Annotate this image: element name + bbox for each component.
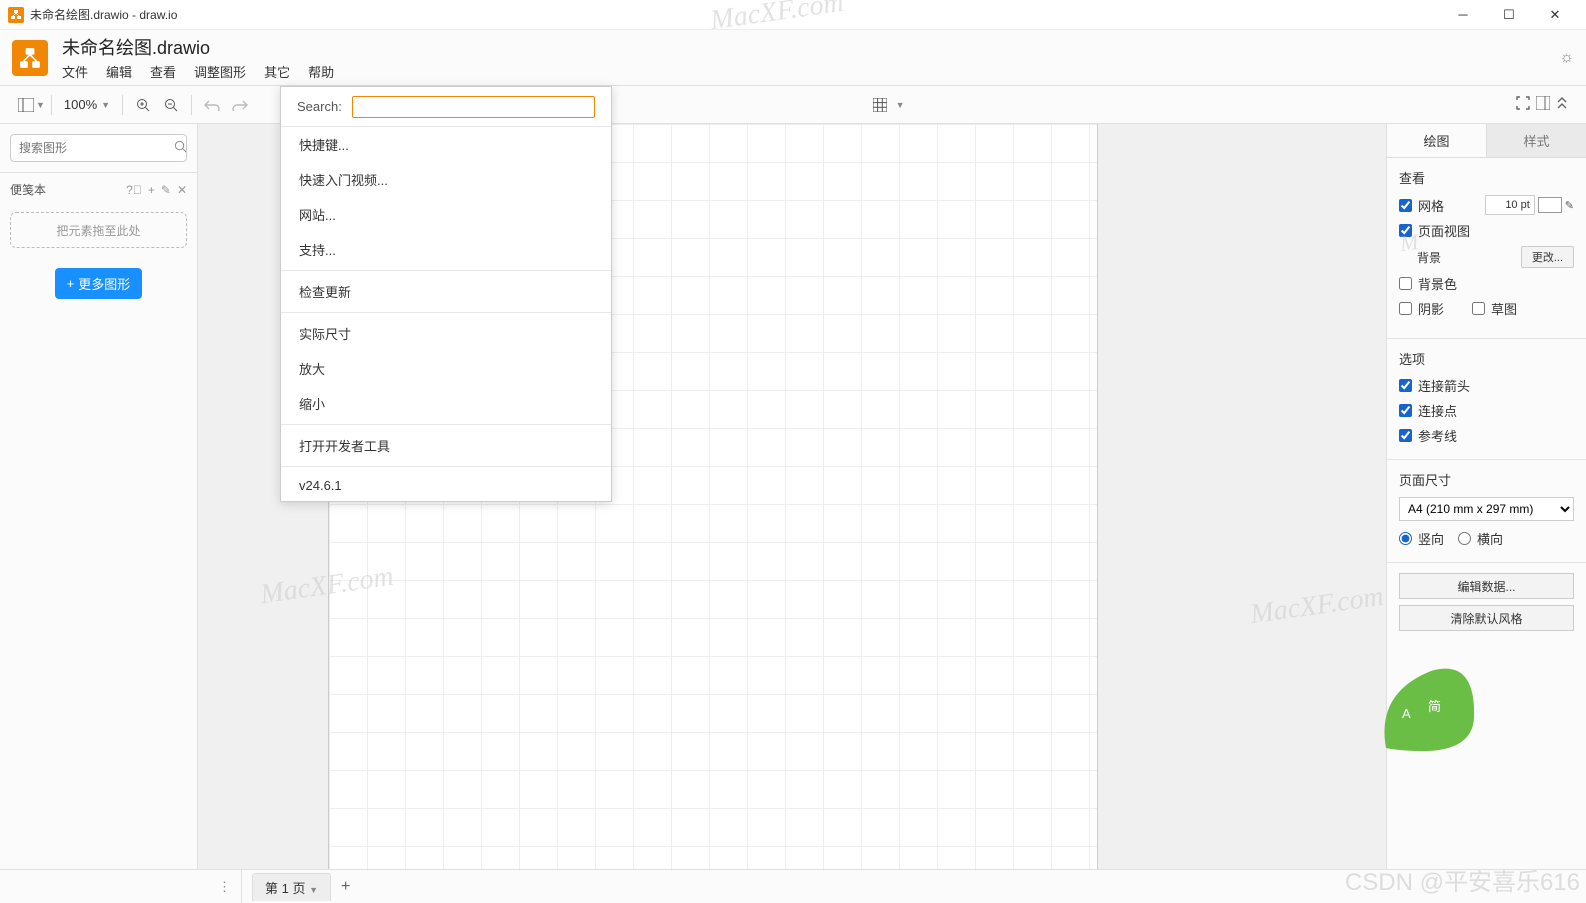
help-item-support[interactable]: 支持...: [281, 232, 611, 267]
help-search-label: Search:: [297, 99, 342, 114]
document-title[interactable]: 未命名绘图.drawio: [62, 34, 334, 60]
more-shapes-button[interactable]: +更多图形: [55, 268, 143, 299]
grid-icon[interactable]: [866, 91, 894, 119]
menu-arrange[interactable]: 调整图形: [194, 62, 246, 81]
help-item-shortcuts[interactable]: 快捷键...: [281, 127, 611, 162]
zoom-value: 100%: [64, 97, 97, 112]
sketch-checkbox[interactable]: [1472, 302, 1485, 315]
toolbar: ▼ 100%▼ ▼: [0, 86, 1586, 124]
landscape-radio[interactable]: [1458, 532, 1471, 545]
landscape-label: 横向: [1477, 529, 1503, 548]
undo-icon[interactable]: [198, 91, 226, 119]
zoom-dropdown[interactable]: 100%▼: [58, 97, 116, 112]
sketch-label: 草图: [1491, 299, 1517, 318]
fullscreen-icon[interactable]: [1516, 96, 1530, 113]
grid-checkbox[interactable]: [1399, 199, 1412, 212]
search-shapes[interactable]: [10, 134, 187, 162]
conn-points-checkbox[interactable]: [1399, 404, 1412, 417]
zoom-out-icon[interactable]: [157, 91, 185, 119]
search-icon[interactable]: [174, 140, 187, 156]
page-menu-icon[interactable]: ⋮: [208, 870, 242, 903]
scratchpad-label[interactable]: 便笺本: [10, 181, 120, 198]
page-size-select[interactable]: A4 (210 mm x 297 mm): [1399, 497, 1574, 521]
guides-checkbox[interactable]: [1399, 429, 1412, 442]
format-panel: 绘图 样式 查看 网格 10 pt ✎ 页面视图 背景更改... 背景色: [1386, 124, 1586, 869]
close-button[interactable]: ✕: [1532, 0, 1578, 30]
maximize-button[interactable]: ☐: [1486, 0, 1532, 30]
help-item-actual-size[interactable]: 实际尺寸: [281, 316, 611, 351]
bgcolor-checkbox[interactable]: [1399, 277, 1412, 290]
help-item-zoom-in[interactable]: 放大: [281, 351, 611, 386]
help-icon[interactable]: ?⃝: [126, 183, 142, 197]
bgcolor-label: 背景色: [1418, 274, 1457, 293]
zoom-in-icon[interactable]: [129, 91, 157, 119]
background-label: 背景: [1399, 249, 1521, 266]
pageview-label: 页面视图: [1418, 221, 1470, 240]
menu-view[interactable]: 查看: [150, 62, 176, 81]
tab-style[interactable]: 样式: [1486, 124, 1586, 157]
shapes-panel: 便笺本 ?⃝ + ✎ ✕ 把元素拖至此处 +更多图形: [0, 124, 198, 869]
app-header: 未命名绘图.drawio 文件 编辑 查看 调整图形 其它 帮助 ☼: [0, 30, 1586, 86]
help-menu: Search: 快捷键... 快速入门视频... 网站... 支持... 检查更…: [280, 86, 612, 502]
help-item-version: v24.6.1: [281, 470, 611, 501]
portrait-radio[interactable]: [1399, 532, 1412, 545]
page-tab-1[interactable]: 第 1 页 ▼: [252, 873, 331, 901]
change-background-button[interactable]: 更改...: [1521, 246, 1574, 268]
menubar: 文件 编辑 查看 调整图形 其它 帮助: [62, 62, 334, 81]
minimize-button[interactable]: ─: [1440, 0, 1486, 30]
view-section-label: 查看: [1399, 168, 1574, 187]
edit-data-button[interactable]: 编辑数据...: [1399, 573, 1574, 599]
clear-style-button[interactable]: 清除默认风格: [1399, 605, 1574, 631]
options-section-label: 选项: [1399, 349, 1574, 368]
svg-text:简: 简: [1428, 699, 1441, 714]
redo-icon[interactable]: [226, 91, 254, 119]
grid-size-input[interactable]: 10 pt: [1485, 195, 1535, 215]
app-logo: [12, 40, 48, 76]
help-search-input[interactable]: [352, 96, 595, 118]
app-icon: [8, 7, 24, 23]
shadow-checkbox[interactable]: [1399, 302, 1412, 315]
conn-arrows-label: 连接箭头: [1418, 376, 1470, 395]
svg-text:A: A: [1402, 706, 1411, 721]
conn-arrows-checkbox[interactable]: [1399, 379, 1412, 392]
pageview-checkbox[interactable]: [1399, 224, 1412, 237]
format-panel-icon[interactable]: [1536, 96, 1550, 113]
grid-label: 网格: [1418, 196, 1444, 215]
guides-label: 参考线: [1418, 426, 1457, 445]
help-item-devtools[interactable]: 打开开发者工具: [281, 428, 611, 463]
help-item-website[interactable]: 网站...: [281, 197, 611, 232]
menu-extras[interactable]: 其它: [264, 62, 290, 81]
tab-diagram[interactable]: 绘图: [1387, 124, 1486, 157]
menu-edit[interactable]: 编辑: [106, 62, 132, 81]
search-shapes-input[interactable]: [19, 141, 174, 155]
window-titlebar: 未命名绘图.drawio - draw.io ─ ☐ ✕: [0, 0, 1586, 30]
theme-toggle-icon[interactable]: ☼: [1559, 49, 1574, 67]
edit-grid-icon[interactable]: ✎: [1565, 199, 1574, 212]
menu-file[interactable]: 文件: [62, 62, 88, 81]
add-icon[interactable]: +: [148, 183, 155, 197]
window-title: 未命名绘图.drawio - draw.io: [30, 6, 177, 23]
collapse-icon[interactable]: [1556, 96, 1568, 113]
add-page-button[interactable]: +: [341, 878, 350, 896]
pagesize-section-label: 页面尺寸: [1399, 470, 1574, 489]
menu-help[interactable]: 帮助: [308, 62, 334, 81]
help-item-check-updates[interactable]: 检查更新: [281, 274, 611, 309]
close-icon[interactable]: ✕: [177, 183, 187, 197]
grid-color-swatch[interactable]: [1538, 197, 1562, 213]
csdn-watermark: CSDN @平安喜乐616: [1345, 862, 1580, 897]
leaf-badge: A 简: [1376, 663, 1476, 753]
scratchpad-dropzone[interactable]: 把元素拖至此处: [10, 212, 187, 248]
portrait-label: 竖向: [1418, 529, 1444, 548]
help-item-quickstart[interactable]: 快速入门视频...: [281, 162, 611, 197]
conn-points-label: 连接点: [1418, 401, 1457, 420]
shadow-label: 阴影: [1418, 299, 1444, 318]
edit-icon[interactable]: ✎: [161, 183, 171, 197]
help-item-zoom-out[interactable]: 缩小: [281, 386, 611, 421]
